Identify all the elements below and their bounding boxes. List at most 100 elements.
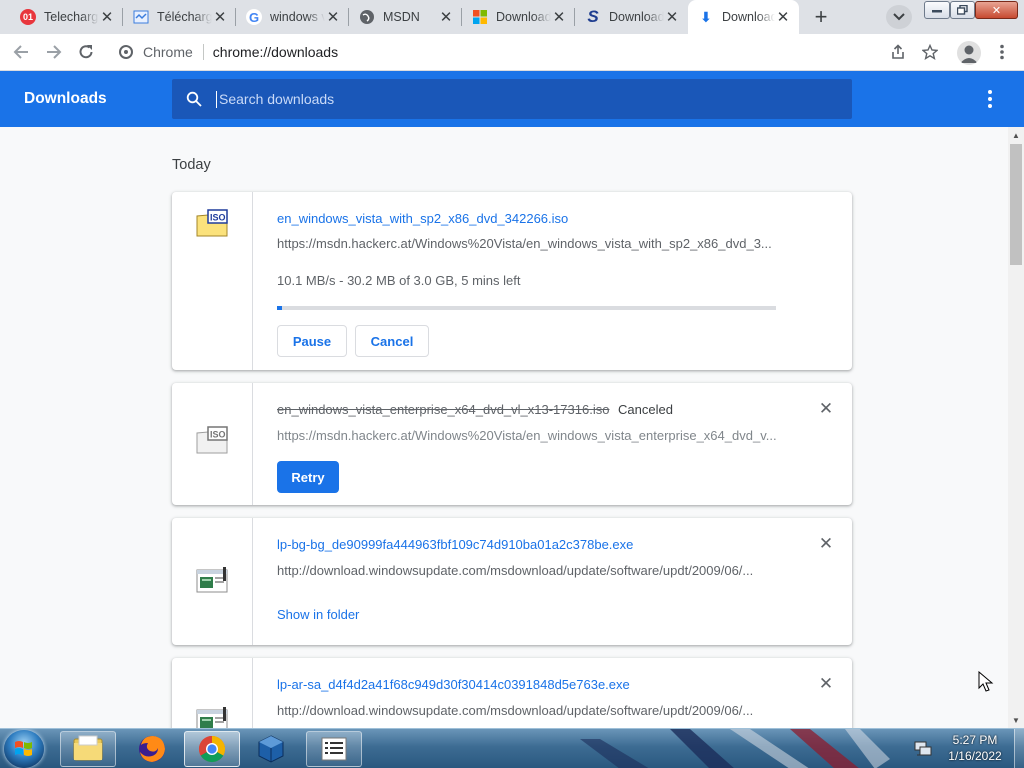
tab-title: MSDN xyxy=(383,10,438,24)
tab-close-icon[interactable]: ✕ xyxy=(212,8,228,26)
cancel-button[interactable]: Cancel xyxy=(355,325,429,357)
task-list-icon[interactable] xyxy=(306,731,362,767)
iso-file-icon: ISO xyxy=(196,208,228,240)
downloads-header: Downloads xyxy=(0,71,1024,127)
windows-start-button[interactable] xyxy=(4,730,44,768)
progress-bar xyxy=(277,306,776,310)
virtualbox-icon[interactable] xyxy=(243,731,299,767)
file-name-canceled: en_windows_vista_enterprise_x64_dvd_vl_x… xyxy=(277,402,610,417)
tab-strip: 01 Telechargement ✕ Téléchargement ✕ G w… xyxy=(0,0,1024,34)
tab-msdn[interactable]: MSDN ✕ xyxy=(349,0,462,34)
file-name-link[interactable]: lp-ar-sa_d4f4d2a41f68c949d30f30414c03918… xyxy=(277,677,630,692)
progress-status-text: 10.1 MB/s - 30.2 MB of 3.0 GB, 5 mins le… xyxy=(277,273,521,288)
search-bar[interactable] xyxy=(172,79,852,119)
download-item: lp-ar-sa_d4f4d2a41f68c949d30f30414c03918… xyxy=(172,658,852,728)
clock-time: 5:27 PM xyxy=(952,733,998,747)
reload-button[interactable] xyxy=(74,40,98,64)
tab-close-icon[interactable]: ✕ xyxy=(551,8,567,26)
tab-close-icon[interactable]: ✕ xyxy=(99,8,115,26)
back-button[interactable] xyxy=(9,40,33,64)
search-downloads-input[interactable] xyxy=(219,91,819,107)
page-scrollbar[interactable]: ▲ ▼ xyxy=(1008,127,1024,728)
close-window-button[interactable]: ✕ xyxy=(975,1,1018,19)
tab-download-microsoft[interactable]: Download ✕ xyxy=(462,0,575,34)
search-icon xyxy=(172,91,216,107)
system-clock[interactable]: 5:27 PM 1/16/2022 xyxy=(940,732,1010,764)
source-url[interactable]: https://msdn.hackerc.at/Windows%20Vista/… xyxy=(277,428,777,443)
tab-title: Téléchargement xyxy=(157,10,212,24)
tab-close-icon[interactable]: ✕ xyxy=(664,8,680,26)
mouse-pointer-icon xyxy=(978,671,994,692)
downloads-list: Today ISO en_windows_vista_with_sp2_x86_… xyxy=(0,127,1008,728)
source-url[interactable]: https://msdn.hackerc.at/Windows%20Vista/… xyxy=(277,236,777,251)
tab-title: Download xyxy=(609,10,664,24)
forward-button[interactable] xyxy=(42,40,66,64)
tab-title: Downloads xyxy=(722,10,775,24)
restore-button[interactable] xyxy=(950,1,975,19)
tab-telechargement-2[interactable]: Téléchargement ✕ xyxy=(123,0,236,34)
google-icon: G xyxy=(246,9,262,25)
tab-favicon-icon xyxy=(133,9,149,25)
download-item: ISO en_windows_vista_with_sp2_x86_dvd_34… xyxy=(172,192,852,370)
tab-downloads-active[interactable]: ⬇ Downloads ✕ xyxy=(688,0,799,34)
date-heading: Today xyxy=(172,157,211,173)
tab-search-button[interactable] xyxy=(886,5,912,29)
new-tab-button[interactable]: + xyxy=(808,4,834,29)
tab-telechargement-1[interactable]: 01 Telechargement ✕ xyxy=(10,0,123,34)
s-logo-icon: S xyxy=(587,7,599,26)
share-icon[interactable] xyxy=(886,40,910,64)
show-in-folder-link[interactable]: Show in folder xyxy=(277,607,359,622)
page-title: Downloads xyxy=(24,90,107,107)
source-url[interactable]: http://download.windowsupdate.com/msdown… xyxy=(277,703,777,718)
svg-text:ISO: ISO xyxy=(210,213,226,223)
download-icon: ⬇ xyxy=(700,8,712,25)
scroll-thumb[interactable] xyxy=(1010,144,1022,265)
bookmark-star-icon[interactable] xyxy=(918,40,942,64)
svg-text:ISO: ISO xyxy=(210,430,226,440)
address-bar[interactable]: Chrome chrome://downloads xyxy=(111,38,881,66)
chrome-menu-icon[interactable] xyxy=(990,40,1014,64)
tab-title: windows vista iso xyxy=(270,10,325,24)
chrome-info-icon xyxy=(119,45,133,59)
microsoft-icon xyxy=(472,9,488,25)
more-actions-icon[interactable] xyxy=(980,89,1000,109)
url-text[interactable]: chrome://downloads xyxy=(213,44,338,60)
show-desktop-button[interactable] xyxy=(1014,729,1024,768)
exe-file-icon xyxy=(196,705,228,728)
download-item: ISO en_windows_vista_enterprise_x64_dvd_… xyxy=(172,383,852,505)
tab-close-icon[interactable]: ✕ xyxy=(325,8,341,26)
browser-toolbar: Chrome chrome://downloads xyxy=(0,34,1024,71)
remove-from-list-icon[interactable]: ✕ xyxy=(818,534,834,553)
network-tray-icon[interactable] xyxy=(914,741,932,760)
exe-file-icon xyxy=(196,565,228,597)
tab-google-search[interactable]: G windows vista iso ✕ xyxy=(236,0,349,34)
download-item: lp-bg-bg_de90999fa444963fbf109c74d910ba0… xyxy=(172,518,852,645)
firefox-icon[interactable] xyxy=(124,731,180,767)
windows-taskbar: 5:27 PM 1/16/2022 xyxy=(0,728,1024,768)
remove-from-list-icon[interactable]: ✕ xyxy=(818,674,834,693)
tab-close-icon[interactable]: ✕ xyxy=(438,8,454,26)
retry-button[interactable]: Retry xyxy=(277,461,339,493)
tab-close-icon[interactable]: ✕ xyxy=(775,8,791,26)
remove-from-list-icon[interactable]: ✕ xyxy=(818,399,834,418)
scroll-down-arrow-icon[interactable]: ▼ xyxy=(1008,712,1024,728)
site-info[interactable]: Chrome xyxy=(111,44,193,60)
chrome-icon[interactable] xyxy=(184,731,240,767)
progress-bar-fill xyxy=(277,306,282,310)
source-url[interactable]: http://download.windowsupdate.com/msdown… xyxy=(277,563,777,578)
iso-file-icon: ISO xyxy=(196,425,228,457)
file-explorer-icon[interactable] xyxy=(60,731,116,767)
file-name-link[interactable]: en_windows_vista_with_sp2_x86_dvd_342266… xyxy=(277,211,568,226)
globe-icon xyxy=(359,9,375,25)
site-label: Chrome xyxy=(143,44,193,60)
scroll-up-arrow-icon[interactable]: ▲ xyxy=(1008,127,1024,143)
tab-download-s[interactable]: S Download ✕ xyxy=(575,0,688,34)
pause-button[interactable]: Pause xyxy=(277,325,347,357)
text-caret xyxy=(216,90,217,108)
profile-avatar-icon[interactable] xyxy=(957,41,981,65)
tab-title: Telechargement xyxy=(44,10,99,24)
file-name-link[interactable]: lp-bg-bg_de90999fa444963fbf109c74d910ba0… xyxy=(277,537,633,552)
minimize-button[interactable] xyxy=(924,1,950,19)
tab-title: Download xyxy=(496,10,551,24)
canceled-status-label: Canceled xyxy=(618,402,673,417)
